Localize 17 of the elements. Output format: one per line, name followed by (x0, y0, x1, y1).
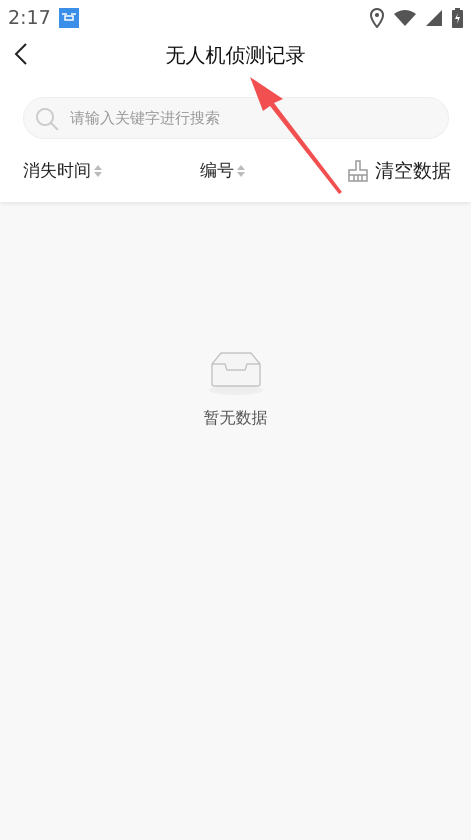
sort-icon (93, 162, 103, 178)
clear-data-button[interactable]: 清空数据 (347, 158, 451, 184)
search-field[interactable]: 请输入关键字进行搜索 (23, 97, 449, 139)
wifi-icon (394, 10, 416, 26)
signal-icon (426, 10, 442, 26)
sort-column-button[interactable]: 编号 (200, 159, 246, 182)
broom-icon (347, 160, 369, 182)
empty-message: 暂无数据 (204, 408, 268, 429)
location-icon (370, 8, 384, 28)
status-time: 2:17 (8, 7, 51, 29)
sort-icon (236, 162, 246, 178)
empty-tray-icon (208, 350, 262, 396)
page-title: 无人机侦测记录 (166, 42, 306, 68)
search-icon (35, 107, 59, 131)
drone-app-icon (58, 8, 79, 28)
battery-icon (452, 8, 463, 28)
sort-column-button[interactable]: 消失时间 (23, 159, 103, 182)
